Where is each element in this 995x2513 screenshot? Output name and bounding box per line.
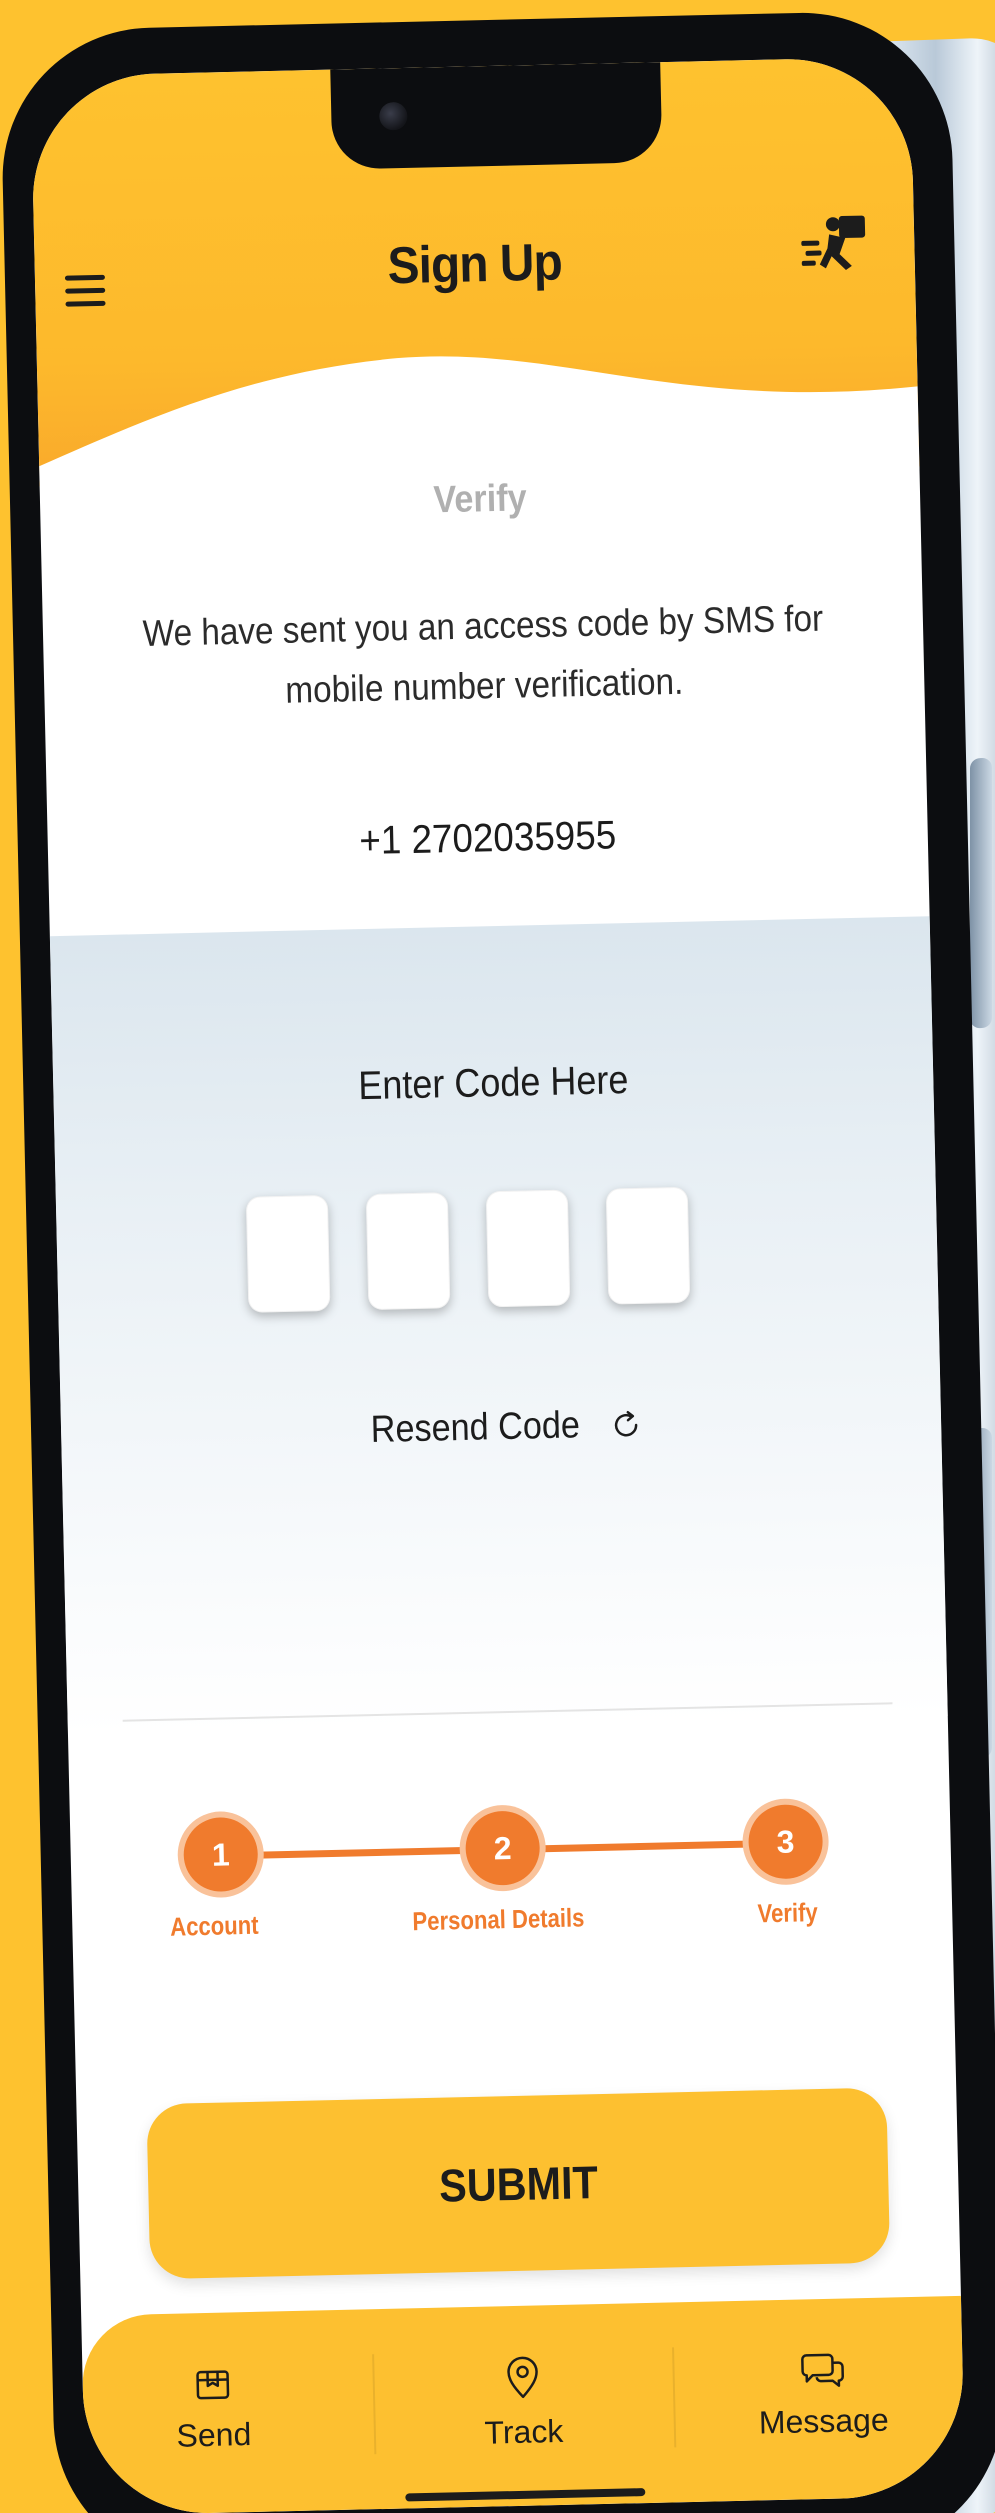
- code-entry-panel: Enter Code Here Resend Code: [49, 916, 948, 1736]
- submit-button[interactable]: SUBMIT: [146, 2087, 891, 2280]
- step-3-label: Verify: [757, 1897, 819, 1929]
- phone-notch: [330, 62, 663, 170]
- nav-separator: [372, 2354, 377, 2455]
- code-input-group: [245, 1186, 691, 1313]
- nav-item-send[interactable]: Send: [82, 2360, 344, 2457]
- app-screen: Sign Up Verify We have sent you an acces…: [30, 56, 966, 2513]
- front-camera: [379, 101, 408, 131]
- step-connector-2: [520, 1839, 786, 1853]
- code-digit-4-input[interactable]: [605, 1186, 691, 1305]
- resend-code-button[interactable]: Resend Code: [61, 1396, 942, 1459]
- code-digit-1-input[interactable]: [245, 1194, 331, 1313]
- app-screenshot: Sign Up Verify We have sent you an acces…: [0, 0, 995, 2513]
- bottom-navigation: Send Track Message: [81, 2295, 966, 2513]
- step-2-indicator: 2: [464, 1810, 541, 1886]
- courier-runner-icon: [801, 215, 866, 270]
- sms-info-message: We have sent you an access code by SMS f…: [142, 597, 824, 711]
- progress-stepper: 1 2 3 Account Personal Details Verify: [69, 1776, 952, 1942]
- nav-item-message[interactable]: Message: [692, 2346, 954, 2443]
- nav-item-track[interactable]: Track: [392, 2353, 654, 2454]
- code-digit-3-input[interactable]: [485, 1189, 571, 1308]
- enter-code-label: Enter Code Here: [357, 1058, 629, 1109]
- nav-message-label: Message: [758, 2401, 890, 2441]
- page-title: Sign Up: [386, 233, 563, 296]
- nav-track-label: Track: [484, 2412, 564, 2451]
- header-wave: [39, 356, 920, 497]
- location-pin-icon: [507, 2356, 538, 2399]
- phone-frame: Sign Up Verify We have sent you an acces…: [0, 9, 995, 2513]
- refresh-icon: [615, 1410, 638, 1436]
- package-icon: [196, 2370, 230, 2400]
- phone-number: +1 2702035955: [358, 813, 617, 864]
- chat-bubbles-icon: [801, 2353, 844, 2387]
- nav-separator: [672, 2347, 677, 2448]
- step-1-label: Account: [169, 1909, 259, 1942]
- step-3-indicator: 3: [747, 1803, 824, 1880]
- step-connector-1: [220, 1846, 486, 1860]
- step-1-indicator: 1: [182, 1816, 259, 1893]
- nav-send-label: Send: [176, 2416, 252, 2454]
- step-2-label: Personal Details: [412, 1902, 585, 1937]
- volume-up-button: [970, 757, 992, 1029]
- resend-code-label: Resend Code: [370, 1404, 581, 1452]
- code-digit-2-input[interactable]: [365, 1192, 451, 1311]
- submit-button-label: SUBMIT: [438, 2155, 599, 2212]
